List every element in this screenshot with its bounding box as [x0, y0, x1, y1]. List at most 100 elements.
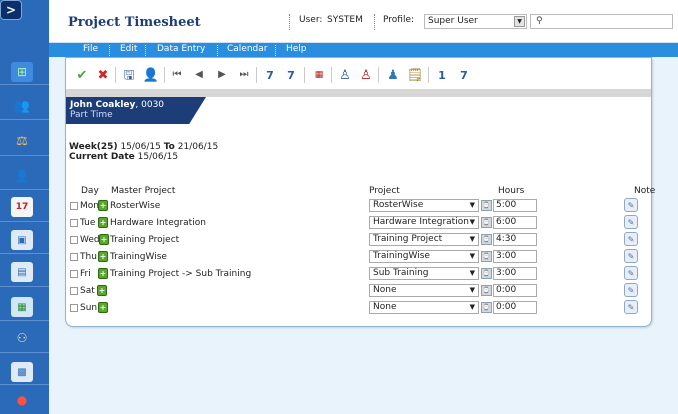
day-label: Tue: [80, 218, 96, 228]
zoom-in-icon[interactable]: 7: [283, 67, 299, 83]
check-icon[interactable]: ✔: [74, 67, 90, 83]
current-date: 15/06/15: [137, 152, 179, 162]
note-icon[interactable]: ✎: [624, 249, 638, 263]
menu-help[interactable]: Help: [286, 44, 307, 54]
next-icon[interactable]: ▶: [214, 67, 230, 83]
employee-id: , 0030: [135, 100, 165, 110]
add-icon[interactable]: +: [98, 217, 108, 228]
add-icon[interactable]: +: [97, 285, 107, 296]
hours-input[interactable]: 4:30: [493, 233, 537, 246]
clock-icon[interactable]: ⌚: [481, 302, 492, 313]
calendar-icon[interactable]: ▦: [311, 67, 327, 83]
user-remove-icon[interactable]: 👤: [11, 166, 33, 186]
row-checkbox[interactable]: [70, 236, 78, 244]
search-input[interactable]: ⚲: [530, 14, 673, 29]
save-icon[interactable]: 🖫: [121, 67, 137, 83]
window-icon[interactable]: ▣: [11, 230, 33, 250]
note-icon[interactable]: ✎: [624, 283, 638, 297]
add-icon[interactable]: +: [98, 268, 108, 279]
profile-label: Profile:: [383, 15, 415, 25]
note-icon[interactable]: ✎: [624, 266, 638, 280]
screen-icon[interactable]: ▦: [11, 297, 33, 317]
note-icon[interactable]: ✎: [624, 198, 638, 212]
cancel-icon[interactable]: ✖: [95, 67, 111, 83]
week-to-label: To: [163, 142, 175, 152]
row-checkbox[interactable]: [70, 287, 78, 295]
project-select[interactable]: TrainingWise ▼: [369, 250, 479, 263]
user-icon[interactable]: 👤: [143, 67, 159, 83]
team-icon[interactable]: ⚇: [11, 328, 33, 348]
menu-data-entry[interactable]: Data Entry: [157, 44, 205, 54]
project-select[interactable]: Hardware Integration ▼: [369, 216, 479, 229]
profile-value: Super User: [428, 16, 478, 26]
note-icon[interactable]: ✎: [624, 215, 638, 229]
project-value: TrainingWise: [373, 251, 430, 261]
note-icon[interactable]: ✎: [624, 300, 638, 314]
person-icon[interactable]: ♙: [337, 67, 353, 83]
hours-input[interactable]: 5:00: [493, 199, 537, 212]
hours-input[interactable]: 6:00: [493, 216, 537, 229]
scales-icon[interactable]: ⚖: [11, 131, 33, 151]
chevron-down-icon[interactable]: ▼: [514, 16, 525, 27]
project-select[interactable]: Training Project ▼: [369, 233, 479, 246]
row-checkbox[interactable]: [70, 304, 78, 312]
last-icon[interactable]: ⏭: [236, 67, 252, 83]
project-value: RosterWise: [373, 200, 424, 210]
hours-input[interactable]: 3:00: [493, 267, 537, 280]
prev-icon[interactable]: ◀: [191, 67, 207, 83]
person-settings-icon[interactable]: ♟: [385, 67, 401, 83]
first-icon[interactable]: ⏮: [169, 67, 185, 83]
clock-icon[interactable]: ⌚: [481, 200, 492, 211]
notes-icon[interactable]: 🗒: [407, 67, 424, 83]
add-icon[interactable]: +: [99, 234, 109, 245]
table-row: Fri + Training Project -> Sub Training S…: [66, 266, 651, 283]
header-project: Project: [369, 186, 400, 196]
traffic-light-icon[interactable]: ●: [11, 390, 33, 410]
project-select[interactable]: None ▼: [369, 284, 479, 297]
clock-icon[interactable]: ⌚: [481, 234, 492, 245]
hours-input[interactable]: 0:00: [493, 284, 537, 297]
master-project: RosterWise: [110, 201, 161, 211]
master-project: Training Project -> Sub Training: [110, 269, 252, 279]
clock-icon[interactable]: ⌚: [481, 251, 492, 262]
add-icon[interactable]: +: [98, 251, 108, 262]
menu-calendar[interactable]: Calendar: [227, 44, 267, 54]
row-checkbox[interactable]: [70, 219, 78, 227]
project-select[interactable]: RosterWise ▼: [369, 199, 479, 212]
search-icon: ⚲: [536, 16, 543, 26]
row-checkbox[interactable]: [70, 253, 78, 261]
row-checkbox[interactable]: [70, 270, 78, 278]
one-icon[interactable]: 1: [434, 67, 450, 83]
zoom-out-icon[interactable]: 7: [262, 67, 278, 83]
menu-edit[interactable]: Edit: [120, 44, 137, 54]
clock-icon[interactable]: ⌚: [481, 268, 492, 279]
hours-input[interactable]: 0:00: [493, 301, 537, 314]
person-remove-icon[interactable]: ♙: [358, 67, 374, 83]
table-row: Sun + None ▼ ⌚ 0:00 ✎: [66, 300, 651, 317]
menu-file[interactable]: File: [83, 44, 98, 54]
calendar-17-icon[interactable]: 17: [11, 197, 33, 217]
panel-icon[interactable]: ▤: [11, 262, 33, 282]
day-label: Fri: [80, 269, 91, 279]
chevron-down-icon: ▼: [469, 201, 475, 209]
row-checkbox[interactable]: [70, 202, 78, 210]
profile-select[interactable]: Super User ▼: [424, 14, 527, 29]
add-icon[interactable]: +: [98, 200, 108, 211]
header-master-project: Master Project: [111, 186, 176, 196]
hours-input[interactable]: 3:00: [493, 250, 537, 263]
employee-type: Part Time: [70, 110, 113, 120]
project-select[interactable]: None ▼: [369, 301, 479, 314]
layout-icon[interactable]: ⊞: [11, 62, 33, 82]
clock-icon[interactable]: ⌚: [481, 217, 492, 228]
seven-icon[interactable]: 7: [456, 67, 472, 83]
header-hours: Hours: [498, 186, 525, 196]
expand-rail-icon[interactable]: >: [0, 0, 22, 20]
project-select[interactable]: Sub Training ▼: [369, 267, 479, 280]
week-from: 15/06/15: [120, 142, 161, 152]
note-icon[interactable]: ✎: [624, 232, 638, 246]
users-icon[interactable]: 👥: [11, 96, 33, 116]
add-icon[interactable]: +: [98, 302, 108, 313]
day-label: Sun: [80, 303, 98, 313]
user-card-icon[interactable]: ▩: [11, 362, 33, 382]
clock-icon[interactable]: ⌚: [481, 285, 492, 296]
